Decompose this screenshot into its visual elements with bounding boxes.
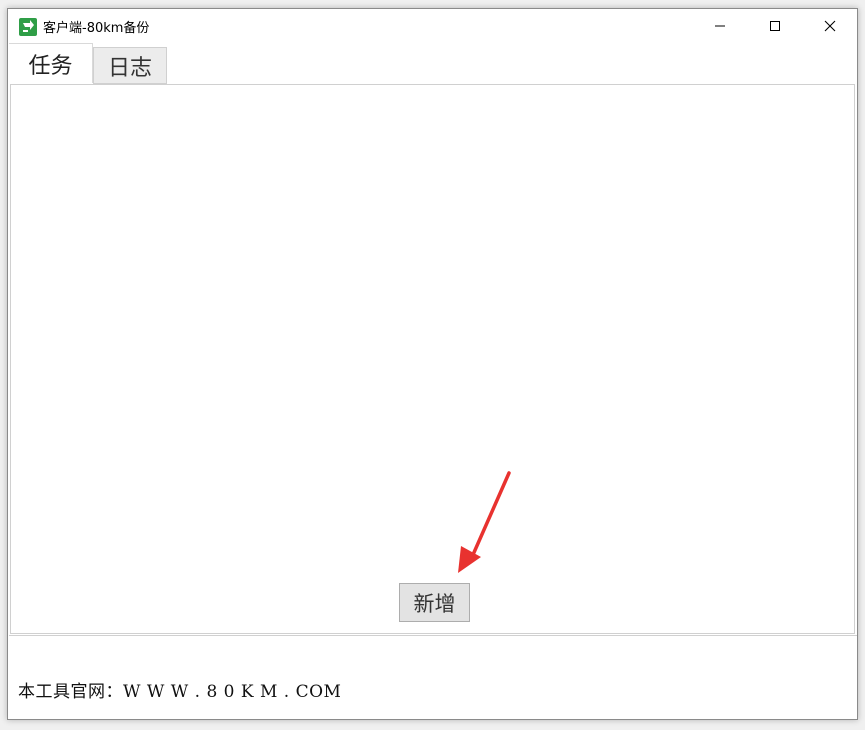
annotation-arrow xyxy=(458,471,511,573)
tab-strip: 任务 日志 xyxy=(9,43,857,85)
tab-task[interactable]: 任务 xyxy=(9,43,93,83)
close-button[interactable] xyxy=(807,9,853,43)
window-title: 客户端-80km备份 xyxy=(43,21,150,36)
close-icon xyxy=(824,20,836,32)
minimize-icon xyxy=(715,25,725,27)
app-window: 客户端-80km备份 任务 日志 新增 本工具官网：W W W . 8 0 K … xyxy=(7,8,858,720)
minimize-button[interactable] xyxy=(697,9,743,43)
app-logo-icon xyxy=(19,18,37,36)
maximize-button[interactable] xyxy=(752,9,798,43)
maximize-icon xyxy=(770,21,780,31)
task-panel: 新增 xyxy=(10,84,855,634)
title-bar[interactable]: 客户端-80km备份 xyxy=(8,9,857,43)
website-footer-text: 本工具官网：W W W . 8 0 K M . COM xyxy=(18,682,342,702)
footer-divider xyxy=(9,635,857,636)
tab-log[interactable]: 日志 xyxy=(93,47,167,84)
add-task-button[interactable]: 新增 xyxy=(399,583,470,622)
